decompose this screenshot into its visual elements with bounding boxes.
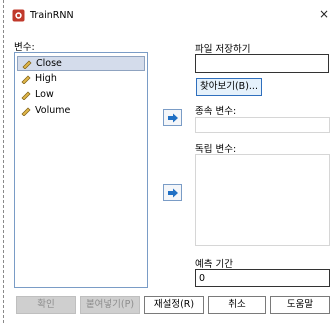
reset-button[interactable]: 재설정(R) (144, 296, 204, 314)
save-file-input[interactable] (195, 54, 329, 73)
move-to-dependent-button[interactable] (163, 109, 182, 126)
ruler-scale-icon (21, 74, 31, 85)
variable-label: Low (35, 89, 54, 100)
list-item-high[interactable]: High (17, 72, 145, 87)
list-item-low[interactable]: Low (17, 88, 145, 103)
window-title: TrainRNN (30, 10, 74, 21)
left-edge-guide (3, 0, 4, 323)
forecast-period-label: 예측 기간 (195, 259, 233, 270)
independent-variables-list[interactable] (195, 154, 330, 246)
variable-label: Volume (35, 105, 71, 116)
ok-button[interactable]: 확인 (16, 296, 76, 314)
move-to-independent-button[interactable] (163, 184, 182, 201)
right-arrow-icon (168, 113, 178, 123)
paste-button[interactable]: 붙여넣기(P) (80, 296, 140, 314)
app-icon (12, 9, 25, 22)
variable-label: Close (36, 58, 62, 69)
list-item-volume[interactable]: Volume (17, 104, 145, 119)
ruler-scale-icon (21, 106, 31, 117)
ruler-scale-icon (21, 90, 31, 101)
close-icon[interactable]: × (319, 7, 329, 21)
independent-variables-label: 독립 변수: (195, 144, 237, 155)
dependent-variable-label: 종속 변수: (195, 106, 237, 117)
right-arrow-icon (168, 188, 178, 198)
variables-label: 변수: (14, 42, 35, 53)
cancel-button[interactable]: 취소 (208, 296, 266, 314)
list-item-close[interactable]: Close (17, 56, 145, 71)
variable-label: High (35, 73, 57, 84)
save-file-label: 파일 저장하기 (195, 44, 251, 55)
forecast-period-value: 0 (199, 273, 206, 284)
forecast-period-input[interactable]: 0 (195, 269, 330, 287)
ruler-scale-icon (22, 59, 32, 70)
variable-list[interactable]: Close High Low Volume (14, 52, 148, 288)
dependent-variable-field[interactable] (195, 117, 330, 133)
help-button[interactable]: 도움말 (270, 296, 330, 314)
title-bar: TrainRNN × (8, 4, 334, 28)
browse-button[interactable]: 찾아보기(B)... (196, 78, 262, 96)
